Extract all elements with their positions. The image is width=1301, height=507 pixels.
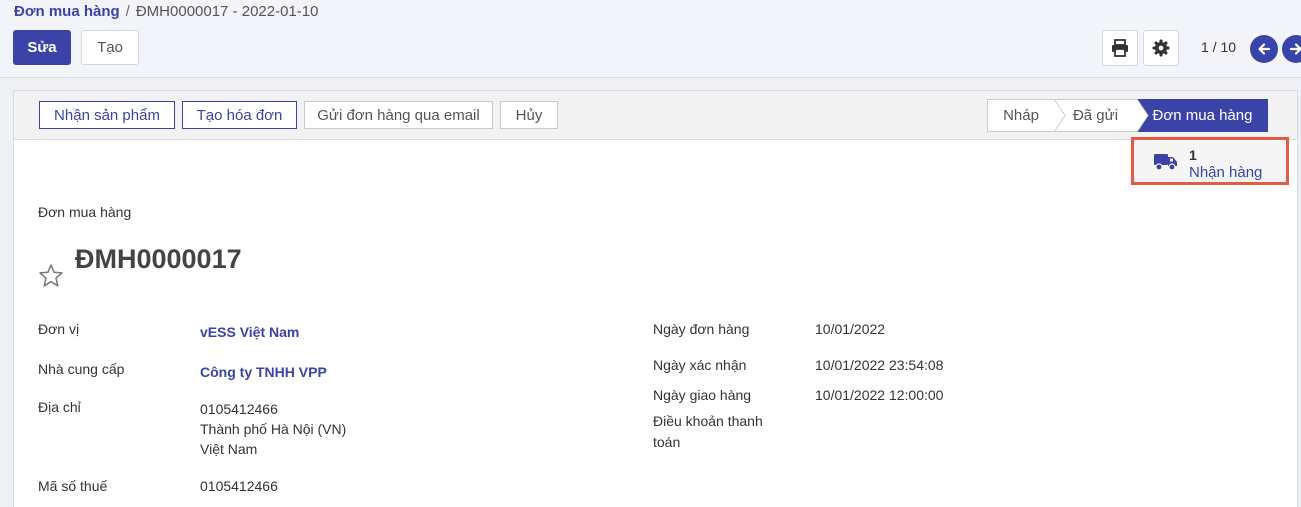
- printer-icon: [1112, 39, 1128, 57]
- pager-value[interactable]: 1 / 10: [1201, 39, 1236, 55]
- payment-terms-label-line-1: Điều khoản thanh: [653, 413, 763, 429]
- status-chevron: [1137, 99, 1149, 132]
- truck-icon: [1154, 154, 1177, 171]
- arrow-right-icon: [1289, 43, 1301, 55]
- page-title: ĐMH0000017: [75, 244, 242, 274]
- star-icon[interactable]: [38, 263, 64, 288]
- send-email-button[interactable]: Gửi đơn hàng qua email: [304, 101, 493, 129]
- receipts-smart-button[interactable]: 1 Nhận hàng: [1131, 137, 1289, 185]
- status-draft[interactable]: Nháp: [987, 99, 1054, 132]
- breadcrumb-separator: /: [125, 3, 130, 20]
- create-invoice-button[interactable]: Tạo hóa đơn: [182, 101, 297, 129]
- address-line-1: 0105412466: [200, 401, 278, 417]
- edit-button[interactable]: Sửa: [13, 30, 71, 65]
- form-statusbar: Nhận sản phẩm Tạo hóa đơn Gửi đơn hàng q…: [14, 91, 1297, 140]
- status-sent[interactable]: Đã gửi: [1054, 99, 1137, 132]
- breadcrumb: Đơn mua hàng / ĐMH0000017 - 2022-01-10: [14, 3, 318, 20]
- vendor-label: Nhà cung cấp: [38, 361, 125, 377]
- form-sheet: Nhận sản phẩm Tạo hóa đơn Gửi đơn hàng q…: [13, 90, 1298, 507]
- order-date-value: 10/01/2022: [815, 321, 886, 337]
- receipts-count: 1: [1189, 147, 1197, 163]
- vendor-value[interactable]: Công ty TNHH VPP: [200, 364, 327, 380]
- address-label: Địa chỉ: [38, 399, 81, 415]
- unit-label: Đơn vị: [38, 321, 80, 337]
- payment-terms-label-line-2: toán: [653, 434, 681, 450]
- settings-button[interactable]: [1143, 30, 1179, 66]
- create-button[interactable]: Tạo: [81, 30, 139, 65]
- status-purchase-order: Đơn mua hàng: [1137, 99, 1268, 132]
- control-panel: Đơn mua hàng / ĐMH0000017 - 2022-01-10 Sửa…: [0, 0, 1301, 78]
- delivery-date-value: 10/01/2022 12:00:00: [815, 387, 944, 403]
- previous-record-button[interactable]: [1250, 35, 1278, 63]
- status-pipeline: Nháp Đã gửi Đơn mua hàng: [987, 99, 1268, 132]
- receipts-label: Nhận hàng: [1189, 164, 1263, 181]
- arrow-left-icon: [1258, 43, 1271, 55]
- status-chevron: [1054, 99, 1066, 132]
- gear-icon: [1152, 39, 1170, 57]
- address-line-3: Việt Nam: [200, 441, 258, 457]
- next-record-button[interactable]: [1282, 35, 1301, 63]
- breadcrumb-current: ĐMH0000017 - 2022-01-10: [135, 3, 319, 20]
- confirm-date-label: Ngày xác nhận: [653, 357, 747, 373]
- delivery-date-label: Ngày giao hàng: [653, 387, 752, 403]
- confirm-date-value: 10/01/2022 23:54:08: [815, 357, 944, 373]
- address-line-2: Thành phố Hà Nội (VN): [200, 421, 347, 437]
- document-type-label: Đơn mua hàng: [38, 204, 132, 220]
- receive-products-button[interactable]: Nhận sản phẩm: [39, 101, 175, 129]
- print-button[interactable]: [1102, 30, 1138, 66]
- unit-value[interactable]: vESS Việt Nam: [200, 324, 299, 340]
- tax-id-label: Mã số thuế: [38, 478, 108, 494]
- order-date-label: Ngày đơn hàng: [653, 321, 750, 337]
- tax-id-value: 0105412466: [200, 478, 278, 494]
- cancel-button[interactable]: Hủy: [500, 101, 558, 129]
- breadcrumb-parent-link[interactable]: Đơn mua hàng: [14, 3, 120, 20]
